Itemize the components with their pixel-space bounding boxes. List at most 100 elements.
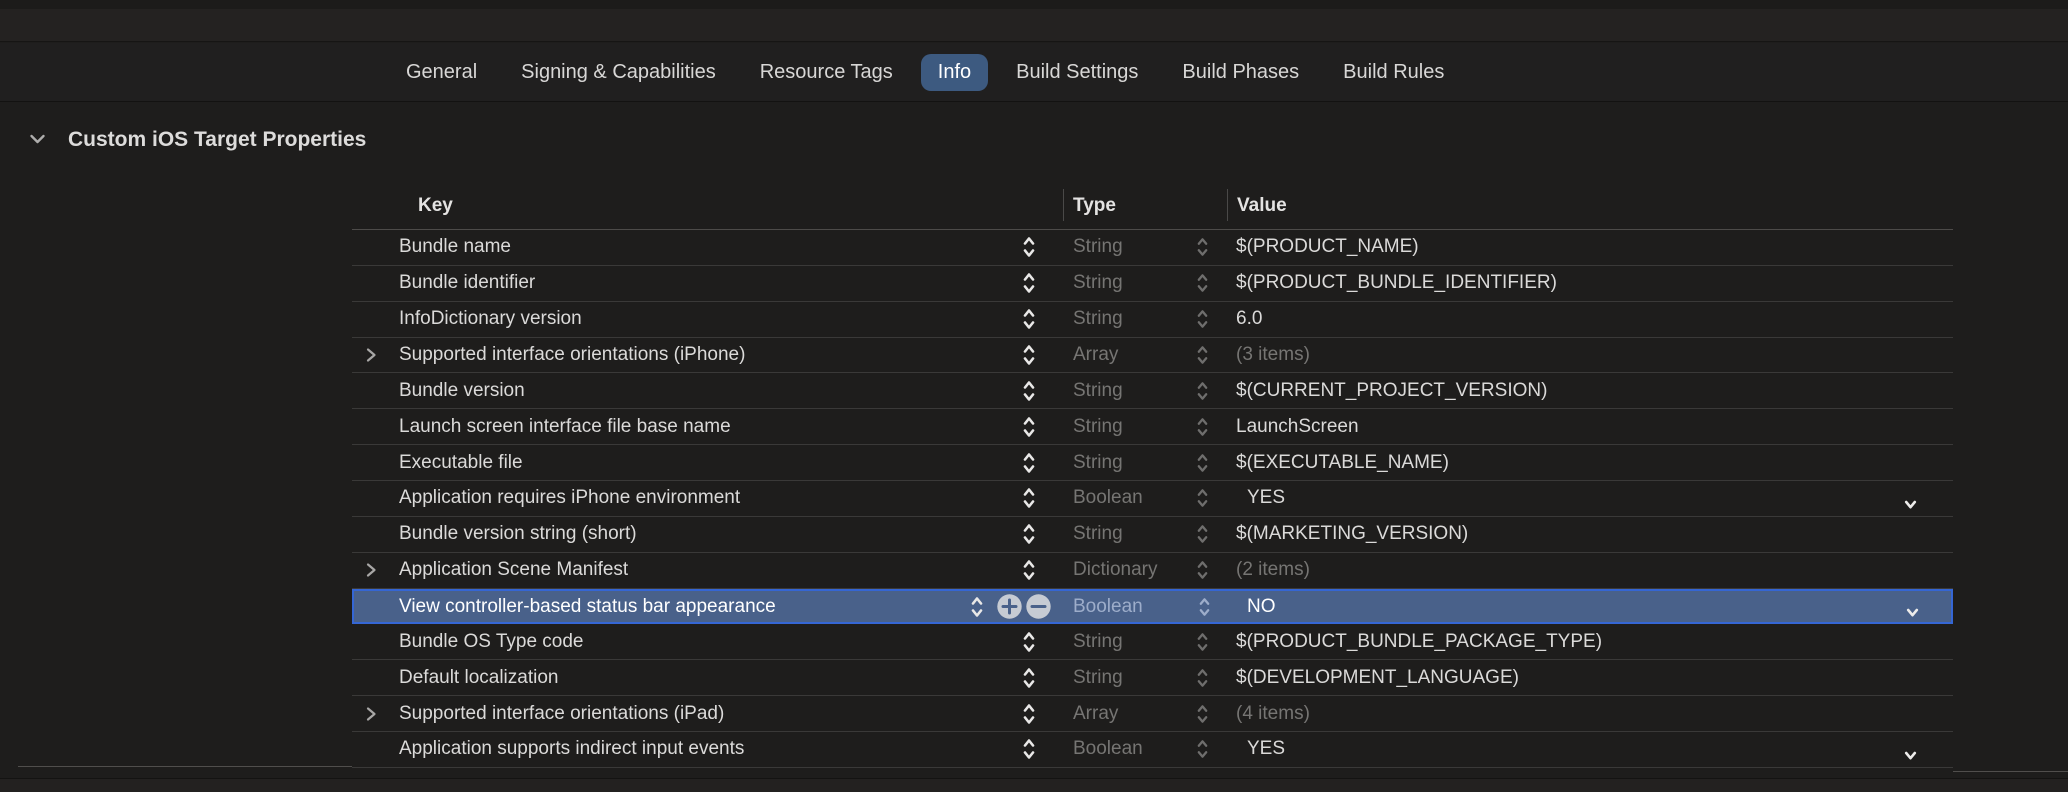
row-value: $(PRODUCT_NAME): [1236, 230, 1419, 265]
column-divider: [1063, 189, 1064, 221]
key-stepper-icon[interactable]: [1022, 481, 1036, 516]
row-value: $(DEVELOPMENT_LANGUAGE): [1236, 660, 1519, 695]
row-type-label: Array: [1073, 696, 1118, 731]
key-stepper-icon[interactable]: [1022, 696, 1036, 731]
type-stepper-icon[interactable]: [1195, 517, 1209, 552]
type-stepper-icon[interactable]: [1195, 266, 1209, 301]
table-row[interactable]: Bundle version String $(CURRENT_PROJECT_…: [352, 373, 1953, 409]
key-stepper-icon[interactable]: [970, 591, 984, 623]
table-row[interactable]: Application Scene Manifest Dictionary (2…: [352, 553, 1953, 589]
type-stepper-icon[interactable]: [1195, 373, 1209, 408]
column-header-type: Type: [1073, 183, 1116, 229]
row-disclosure-chevron-icon[interactable]: [363, 338, 379, 373]
row-value: $(CURRENT_PROJECT_VERSION): [1236, 373, 1547, 408]
type-stepper-icon[interactable]: [1195, 624, 1209, 659]
tab-build-phases[interactable]: Build Phases: [1160, 54, 1321, 91]
row-key-label: Application Scene Manifest: [399, 553, 628, 588]
type-stepper-icon[interactable]: [1197, 591, 1211, 623]
row-type-label: String: [1073, 517, 1123, 552]
column-header-value: Value: [1237, 183, 1287, 229]
key-stepper-icon[interactable]: [1022, 266, 1036, 301]
key-stepper-icon[interactable]: [1022, 373, 1036, 408]
table-row[interactable]: Supported interface orientations (iPad) …: [352, 696, 1953, 732]
row-disclosure-chevron-icon[interactable]: [363, 553, 379, 588]
row-value: (3 items): [1236, 338, 1310, 373]
row-value: (4 items): [1236, 696, 1310, 731]
row-value: $(EXECUTABLE_NAME): [1236, 445, 1449, 480]
type-stepper-icon[interactable]: [1195, 338, 1209, 373]
tab-info[interactable]: Info: [921, 54, 988, 91]
table-row[interactable]: View controller-based status bar appeara…: [352, 589, 1953, 625]
row-key-label: Supported interface orientations (iPhone…: [399, 338, 745, 373]
tab-build-settings[interactable]: Build Settings: [994, 54, 1160, 91]
row-key-label: Bundle version string (short): [399, 517, 637, 552]
tab-general[interactable]: General: [384, 54, 499, 91]
column-header-key: Key: [418, 183, 453, 229]
row-key-label: Executable file: [399, 445, 523, 480]
type-stepper-icon[interactable]: [1195, 230, 1209, 265]
remove-row-button[interactable]: [1024, 591, 1052, 623]
section-disclosure-chevron-icon[interactable]: [28, 133, 47, 151]
type-stepper-icon[interactable]: [1195, 481, 1209, 516]
value-popup-chevron-icon[interactable]: [1902, 481, 1918, 516]
xcode-target-editor: General Signing & Capabilities Resource …: [0, 0, 2068, 792]
key-stepper-icon[interactable]: [1022, 732, 1036, 767]
tab-signing-capabilities[interactable]: Signing & Capabilities: [499, 54, 738, 91]
key-stepper-icon[interactable]: [1022, 302, 1036, 337]
table-row[interactable]: Default localization String $(DEVELOPMEN…: [352, 660, 1953, 696]
section-header: Custom iOS Target Properties: [0, 124, 2068, 156]
row-key-label: Application supports indirect input even…: [399, 732, 744, 767]
value-popup-chevron-icon[interactable]: [1904, 591, 1920, 623]
table-row[interactable]: Launch screen interface file base name S…: [352, 409, 1953, 445]
row-value: YES: [1247, 732, 1285, 767]
table-row[interactable]: Application supports indirect input even…: [352, 732, 1953, 768]
window-toolbar: [0, 0, 2068, 42]
table-row[interactable]: Bundle OS Type code String $(PRODUCT_BUN…: [352, 624, 1953, 660]
key-stepper-icon[interactable]: [1022, 445, 1036, 480]
row-key-label: View controller-based status bar appeara…: [399, 591, 776, 623]
key-stepper-icon[interactable]: [1022, 624, 1036, 659]
value-popup-chevron-icon[interactable]: [1902, 732, 1918, 767]
tab-build-rules[interactable]: Build Rules: [1321, 54, 1466, 91]
row-value: NO: [1247, 591, 1276, 623]
row-type-label: String: [1073, 445, 1123, 480]
key-stepper-icon[interactable]: [1022, 660, 1036, 695]
row-disclosure-chevron-icon[interactable]: [363, 696, 379, 731]
tab-label: Build Settings: [1016, 61, 1138, 83]
tab-resource-tags[interactable]: Resource Tags: [738, 54, 915, 91]
table-row[interactable]: Application requires iPhone environment …: [352, 481, 1953, 517]
table-row[interactable]: Bundle name String $(PRODUCT_NAME): [352, 230, 1953, 266]
row-type-label: Boolean: [1073, 591, 1143, 623]
key-stepper-icon[interactable]: [1022, 409, 1036, 444]
row-key-label: Bundle version: [399, 373, 525, 408]
key-stepper-icon[interactable]: [1022, 230, 1036, 265]
row-value: $(PRODUCT_BUNDLE_PACKAGE_TYPE): [1236, 624, 1602, 659]
row-type-label: String: [1073, 230, 1123, 265]
table-row[interactable]: Executable file String $(EXECUTABLE_NAME…: [352, 445, 1953, 481]
type-stepper-icon[interactable]: [1195, 553, 1209, 588]
type-stepper-icon[interactable]: [1195, 445, 1209, 480]
row-value: LaunchScreen: [1236, 409, 1359, 444]
key-stepper-icon[interactable]: [1022, 338, 1036, 373]
type-stepper-icon[interactable]: [1195, 302, 1209, 337]
row-value: $(PRODUCT_BUNDLE_IDENTIFIER): [1236, 266, 1557, 301]
row-value: $(MARKETING_VERSION): [1236, 517, 1468, 552]
row-key-label: Bundle identifier: [399, 266, 535, 301]
tab-label: Signing & Capabilities: [521, 61, 716, 83]
type-stepper-icon[interactable]: [1195, 409, 1209, 444]
table-row[interactable]: Bundle version string (short) String $(M…: [352, 517, 1953, 553]
row-value: (2 items): [1236, 553, 1310, 588]
table-row[interactable]: Bundle identifier String $(PRODUCT_BUNDL…: [352, 266, 1953, 302]
type-stepper-icon[interactable]: [1195, 732, 1209, 767]
row-type-label: String: [1073, 373, 1123, 408]
table-row[interactable]: Supported interface orientations (iPhone…: [352, 338, 1953, 374]
key-stepper-icon[interactable]: [1022, 517, 1036, 552]
type-stepper-icon[interactable]: [1195, 696, 1209, 731]
row-value: YES: [1247, 481, 1285, 516]
add-row-button[interactable]: [995, 591, 1023, 623]
table-row[interactable]: InfoDictionary version String 6.0: [352, 302, 1953, 338]
row-value: 6.0: [1236, 302, 1262, 337]
key-stepper-icon[interactable]: [1022, 553, 1036, 588]
properties-table: Bundle name String $(PRODUCT_NAME) Bundl…: [352, 229, 1953, 768]
type-stepper-icon[interactable]: [1195, 660, 1209, 695]
